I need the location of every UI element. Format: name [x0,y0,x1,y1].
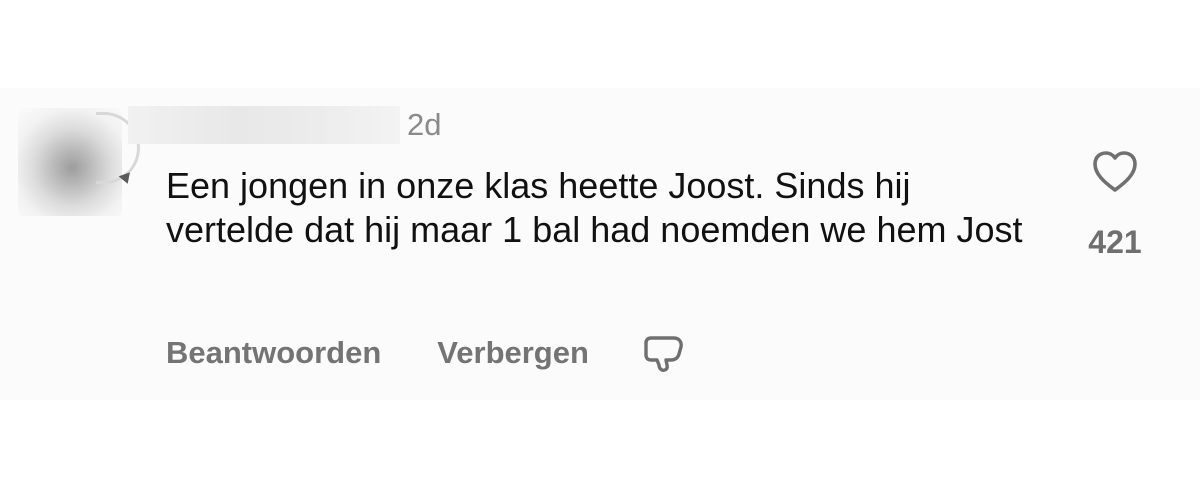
username-redacted [128,106,400,144]
comment-actions: Beantwoorden Verbergen [166,333,687,373]
thumbs-down-icon [644,336,683,372]
comment-timestamp: 2d [407,107,442,142]
dislike-button[interactable] [639,329,687,377]
hide-button[interactable]: Verbergen [437,333,589,373]
like-count: 421 [1088,224,1142,260]
like-button[interactable] [1088,145,1142,199]
reply-button[interactable]: Beantwoorden [166,333,381,373]
heart-icon [1093,151,1137,192]
comment-text: Een jongen in onze klas heette Joost. Si… [166,165,1023,250]
